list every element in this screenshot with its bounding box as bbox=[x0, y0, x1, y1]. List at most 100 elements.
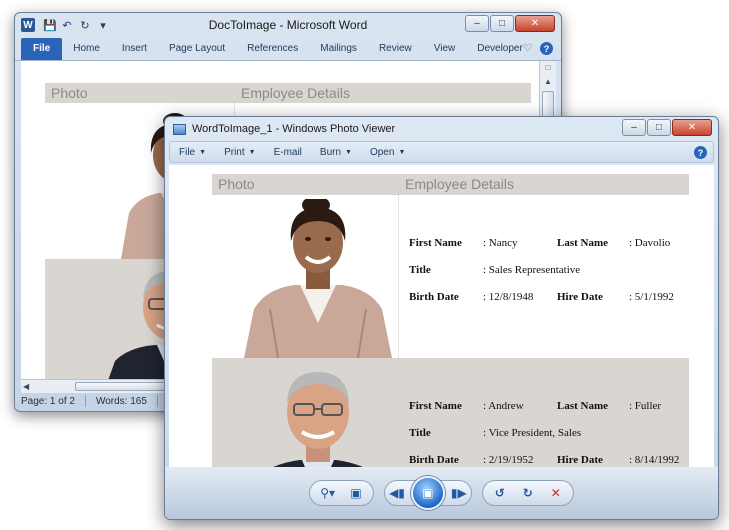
tab-insert[interactable]: Insert bbox=[111, 43, 158, 60]
employee-photo-cell bbox=[212, 358, 399, 467]
hire-date-value: : 5/1/1992 bbox=[629, 290, 674, 303]
page-count-status[interactable]: Page: 1 of 2 bbox=[21, 396, 75, 407]
detail-line-title: Title : Sales Representative bbox=[409, 256, 689, 283]
word-titlebar[interactable]: W 💾 ↶ ↻ ▾ DocToImage - Microsoft Word – … bbox=[15, 13, 561, 37]
edit-group: ↺ ↻ ✕ bbox=[481, 480, 574, 506]
dropdown-caret-icon: ▼ bbox=[398, 148, 406, 156]
dropdown-caret-icon: ▼ bbox=[345, 148, 352, 156]
photo-viewer-window[interactable]: WordToImage_1 - Windows Photo Viewer – □… bbox=[164, 116, 719, 520]
word-count-status[interactable]: Words: 165 bbox=[96, 396, 147, 407]
title-value: : Vice President, Sales bbox=[483, 426, 582, 439]
employee-table-header: Photo Employee Details bbox=[212, 174, 689, 195]
photo-viewer-app-icon[interactable] bbox=[173, 123, 186, 135]
tab-view[interactable]: View bbox=[423, 43, 467, 60]
zoom-group: ⚲▾ ▣ bbox=[309, 480, 375, 506]
scroll-up-icon[interactable]: ▲ bbox=[540, 75, 556, 89]
ruler-toggle-icon[interactable]: □ bbox=[540, 61, 556, 75]
header-photo: Photo bbox=[218, 176, 255, 192]
maximize-button[interactable]: □ bbox=[490, 15, 514, 32]
help-icon[interactable]: ? bbox=[540, 42, 553, 55]
tab-page-layout[interactable]: Page Layout bbox=[158, 43, 236, 60]
dropdown-caret-icon: ▼ bbox=[199, 148, 207, 156]
menu-email[interactable]: E-mail bbox=[265, 147, 311, 158]
close-button[interactable]: ✕ bbox=[515, 15, 555, 32]
rotate-cw-icon[interactable]: ↻ bbox=[521, 486, 535, 500]
menu-open-label: Open bbox=[369, 146, 395, 158]
customize-qat-icon[interactable]: ▾ bbox=[97, 19, 109, 32]
last-name-label: Last Name bbox=[557, 399, 609, 412]
status-divider bbox=[156, 395, 158, 407]
word-header-details: Employee Details bbox=[241, 85, 350, 101]
word-table-header: Photo Employee Details bbox=[45, 83, 531, 103]
tab-home[interactable]: Home bbox=[62, 43, 111, 60]
status-divider bbox=[84, 395, 86, 407]
menu-file[interactable]: File ▼ bbox=[170, 147, 215, 158]
minimize-ribbon-icon[interactable]: ♡ bbox=[523, 43, 532, 54]
viewer-image-canvas[interactable]: Photo Employee Details First Name: Nanc… bbox=[169, 165, 714, 467]
detail-line-dates: Birth Date : 2/19/1952 Hire Date : 8/14/… bbox=[409, 446, 689, 467]
employee-row: First Name : Nancy Last Name : Davolio T… bbox=[212, 195, 689, 358]
last-name-value: : Davolio bbox=[629, 236, 671, 249]
word-app-icon[interactable]: W bbox=[21, 18, 35, 32]
help-icon[interactable]: ? bbox=[694, 146, 707, 159]
fit-window-icon[interactable]: ▣ bbox=[349, 486, 363, 500]
dropdown-caret-icon: ▼ bbox=[248, 148, 256, 156]
hire-date-label: Hire Date bbox=[557, 290, 603, 303]
detail-line-name: First Name : Andrew Last Name : Fuller bbox=[409, 392, 689, 419]
birth-date-label: Birth Date bbox=[409, 453, 459, 466]
redo-icon[interactable]: ↻ bbox=[79, 19, 91, 32]
employee-photo-cell bbox=[212, 195, 399, 358]
navigation-group: ◀▮ ▣ ▮▶ bbox=[384, 476, 472, 510]
title-value: : Sales Representative bbox=[483, 263, 581, 276]
last-name-value: : Fuller bbox=[629, 399, 662, 412]
employee-photo-woman bbox=[244, 199, 392, 358]
employee-photo-man bbox=[273, 372, 363, 467]
first-name-value: : Nancy bbox=[483, 236, 518, 249]
tab-references[interactable]: References bbox=[236, 43, 309, 60]
menu-print[interactable]: Print ▼ bbox=[215, 147, 265, 158]
birth-date-value: : 12/8/1948 bbox=[483, 290, 534, 303]
menu-email-label: E-mail bbox=[273, 146, 302, 158]
word-ribbon-tabs: File Home Insert Page Layout References … bbox=[15, 37, 561, 61]
menu-file-label: File bbox=[179, 146, 196, 158]
first-name-label: First Name bbox=[409, 399, 462, 412]
viewer-titlebar[interactable]: WordToImage_1 - Windows Photo Viewer – □… bbox=[165, 117, 718, 141]
tab-review[interactable]: Review bbox=[368, 43, 423, 60]
desktop: W 💾 ↶ ↻ ▾ DocToImage - Microsoft Word – … bbox=[0, 0, 729, 530]
last-name-label: Last Name bbox=[557, 236, 609, 249]
employee-table: Photo Employee Details First Name: Nanc… bbox=[212, 174, 689, 467]
menu-burn[interactable]: Burn ▼ bbox=[311, 147, 361, 158]
tab-file[interactable]: File bbox=[21, 38, 63, 60]
header-employee-details: Employee Details bbox=[405, 176, 514, 192]
detail-line-title: Title : Vice President, Sales bbox=[409, 419, 689, 446]
save-icon[interactable]: 💾 bbox=[43, 19, 57, 32]
menu-open[interactable]: Open ▼ bbox=[361, 147, 414, 158]
title-label: Title bbox=[409, 426, 431, 439]
rotate-ccw-icon[interactable]: ↺ bbox=[493, 486, 507, 500]
title-label: Title bbox=[409, 263, 431, 276]
employee-row: First Name : Andrew Last Name : Fuller T… bbox=[212, 358, 689, 467]
minimize-button[interactable]: – bbox=[622, 119, 646, 136]
first-name-value: : Andrew bbox=[483, 399, 524, 412]
word-header-photo: Photo bbox=[51, 85, 88, 101]
maximize-button[interactable]: □ bbox=[647, 119, 671, 136]
tab-mailings[interactable]: Mailings bbox=[309, 43, 368, 60]
viewer-menu-bar: File ▼ Print ▼ E-mail Burn ▼ Open ▼ ? bbox=[169, 141, 714, 163]
slideshow-icon[interactable]: ▣ bbox=[410, 476, 445, 510]
viewer-window-title: WordToImage_1 - Windows Photo Viewer bbox=[192, 123, 396, 135]
viewer-window-controls: – □ ✕ bbox=[622, 119, 712, 136]
delete-icon[interactable]: ✕ bbox=[549, 486, 563, 500]
hire-date-value: : 8/14/1992 bbox=[629, 453, 680, 466]
employee-details-cell: First Name : Nancy Last Name : Davolio T… bbox=[399, 195, 689, 358]
next-icon[interactable]: ▮▶ bbox=[451, 486, 467, 500]
minimize-button[interactable]: – bbox=[465, 15, 489, 32]
previous-icon[interactable]: ◀▮ bbox=[389, 486, 405, 500]
first-name-label: First Name bbox=[409, 236, 462, 249]
detail-line-dates: Birth Date : 12/8/1948 Hire Date : 5/1/1… bbox=[409, 283, 689, 310]
zoom-icon[interactable]: ⚲▾ bbox=[320, 486, 335, 500]
menu-print-label: Print bbox=[224, 146, 245, 158]
undo-icon[interactable]: ↶ bbox=[61, 19, 73, 32]
viewer-bottom-toolbar: ⚲▾ ▣ ◀▮ ▣ ▮▶ ↺ ↻ ✕ bbox=[165, 467, 718, 519]
hire-date-label: Hire Date bbox=[557, 453, 603, 466]
close-button[interactable]: ✕ bbox=[672, 119, 712, 136]
